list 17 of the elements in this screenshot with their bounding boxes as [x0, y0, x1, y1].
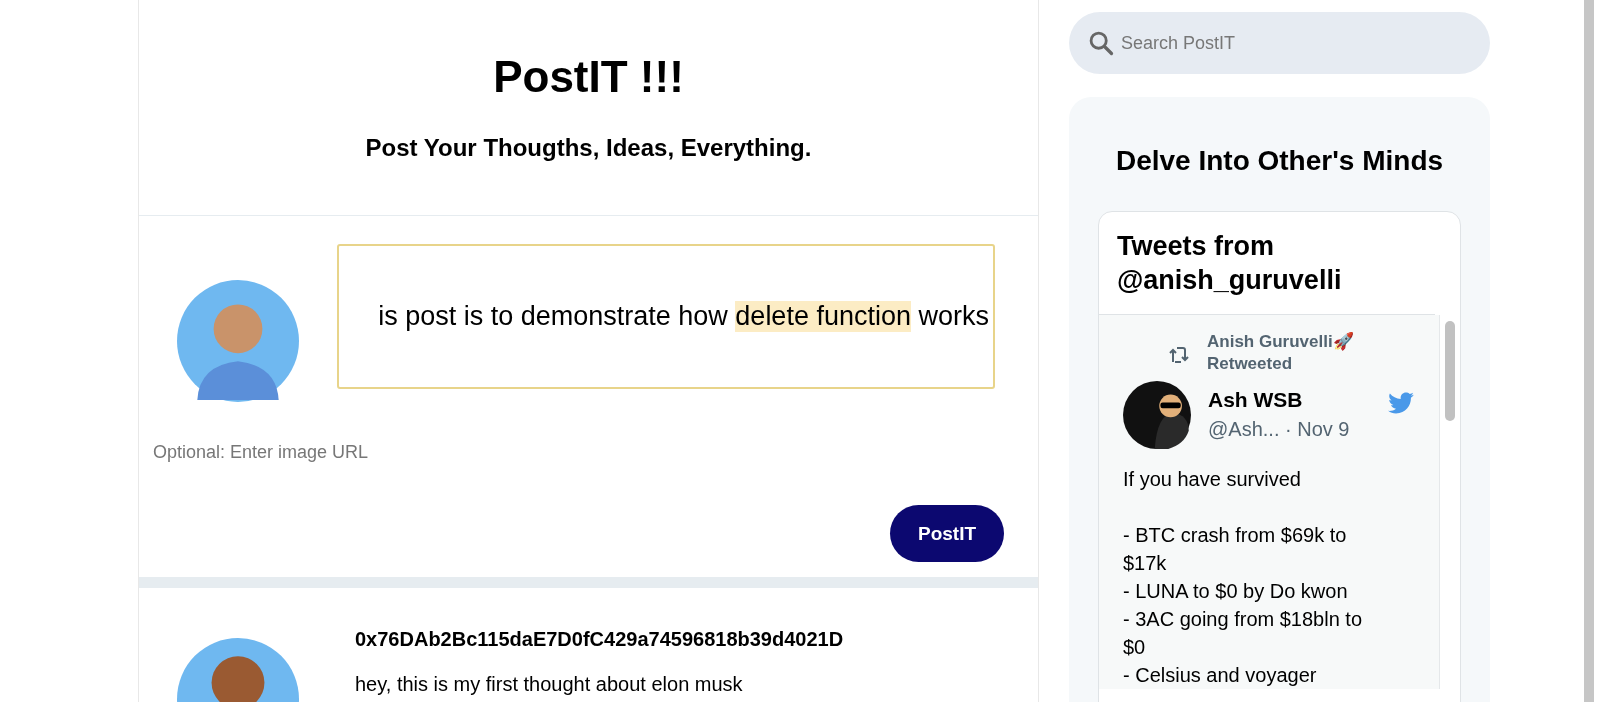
post-text: hey, this is my first thought about elon musk — [355, 673, 744, 696]
post-button[interactable]: PostIT — [890, 505, 1004, 562]
tweet-text: If you have survived - BTC crash from $69k to $17k - LUNA to $0 by Do kwon - 3AC going from $18bln to $0 - Celsius and voyager — [1123, 466, 1364, 688]
app-subtitle: Post Your Thougths, Ideas, Everything. — [365, 134, 812, 162]
widget-title: Delve Into Other's Minds — [1114, 145, 1445, 177]
post-text-field[interactable]: is post is to demonstrate how delete function works — [337, 244, 995, 389]
retweeter-name: Anish Guruvelli🚀 — [1207, 330, 1354, 353]
search-field[interactable]: Search PostIT — [1069, 12, 1490, 74]
app-title: PostIT !!! — [493, 52, 684, 102]
post-author: 0x76DAb2Bc115daE7D0fC429a74596818b39d4021D — [355, 628, 844, 651]
timeline-title: Tweets from @anish_guruvelli — [1099, 212, 1435, 315]
avatar — [1123, 380, 1191, 449]
tweet-author: Ash WSB — [1208, 388, 1304, 413]
scrollbar-thumb[interactable] — [1445, 320, 1455, 421]
scrollbar-thumb[interactable] — [1584, 0, 1594, 702]
retweet-label: Retweeted — [1207, 352, 1294, 375]
tweet-handle: @Ash... · Nov 9 — [1208, 418, 1351, 442]
